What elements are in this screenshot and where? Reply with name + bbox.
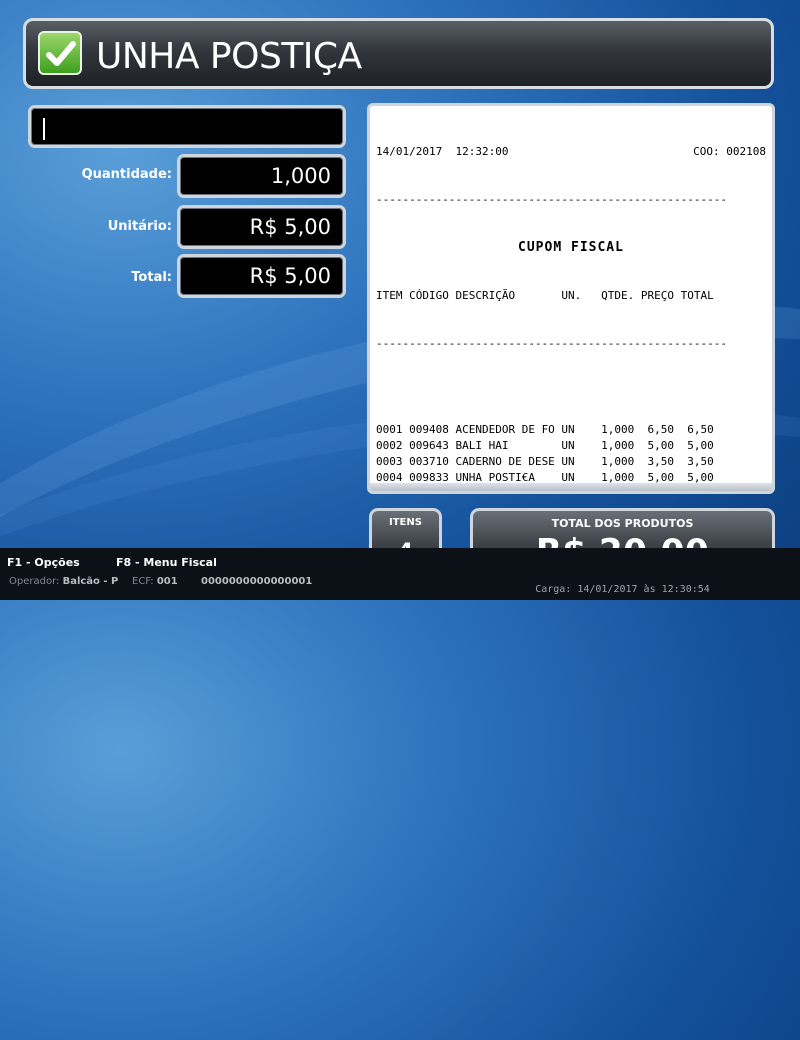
text-cursor — [43, 118, 45, 140]
items-count-label: ITENS — [389, 517, 422, 528]
receipt-row: 0001 009408 ACENDEDOR DE FO UN 1,000 6,5… — [376, 423, 714, 436]
receipt-separator: ----------------------------------------… — [376, 193, 727, 206]
receipt-row: 0003 003710 CADERNO DE DESE UN 1,000 3,5… — [376, 455, 714, 468]
quantidade-label: Quantidade: — [81, 167, 172, 182]
operator-label: Operador: — [9, 576, 60, 587]
total-value: R$ 5,00 — [249, 264, 331, 288]
ecf-label: ECF: — [132, 576, 154, 587]
unitario-value: R$ 5,00 — [249, 215, 331, 239]
total-field[interactable]: R$ 5,00 — [177, 254, 346, 298]
receipt-row: 0002 009643 BALI HAI UN 1,000 5,00 5,00 — [376, 439, 714, 452]
product-title: UNHA POSTIÇA — [96, 36, 362, 77]
receipt-coo: COO: 002108 — [693, 145, 766, 158]
operator-value: Balcão - P — [62, 576, 119, 587]
unitario-field[interactable]: R$ 5,00 — [177, 205, 346, 249]
ecf-value: 001 — [156, 576, 178, 587]
check-icon — [38, 31, 82, 75]
receipt-spacer — [376, 384, 766, 390]
total-products-label: TOTAL DOS PRODUTOS — [551, 517, 694, 530]
quantidade-field[interactable]: 1,000 — [177, 154, 346, 198]
receipt-date: 14/01/2017 — [376, 145, 443, 158]
unitario-label: Unitário: — [107, 219, 172, 234]
receipt-time: 12:32:00 — [455, 145, 509, 158]
load-timestamp: Carga: 14/01/2017 às 12:30:54 — [535, 584, 710, 595]
ecf-serial: 0000000000000001 — [201, 576, 312, 587]
barcode-input[interactable] — [28, 105, 346, 148]
receipt-scrollbar[interactable] — [370, 483, 772, 491]
operator-info: Operador: Balcão - P — [9, 576, 118, 587]
product-header: UNHA POSTIÇA — [23, 18, 774, 89]
quantidade-value: 1,000 — [270, 164, 331, 188]
receipt-rows: 0001 009408 ACENDEDOR DE FO UN 1,000 6,5… — [376, 422, 766, 486]
f1-options-button[interactable]: F1 - Opções — [7, 556, 80, 569]
receipt-title: CUPOM FISCAL — [518, 240, 624, 255]
receipt-header-line: 14/01/2017 12:32:00 COO: 002108 — [376, 144, 766, 160]
f8-fiscal-menu-button[interactable]: F8 - Menu Fiscal — [116, 556, 217, 569]
fiscal-receipt[interactable]: 14/01/2017 12:32:00 COO: 002108 ---------… — [367, 103, 775, 494]
ecf-serial-value: 0000000000000001 — [201, 576, 313, 587]
total-label: Total: — [131, 270, 172, 285]
ecf-info: ECF: 001 — [132, 576, 178, 587]
receipt-content: 14/01/2017 12:32:00 COO: 002108 ---------… — [376, 112, 766, 491]
receipt-column-headers: ITEM CÓDIGO DESCRIÇÃO UN. QTDE. PREÇO TO… — [376, 289, 714, 302]
receipt-separator-2: ----------------------------------------… — [376, 337, 727, 350]
